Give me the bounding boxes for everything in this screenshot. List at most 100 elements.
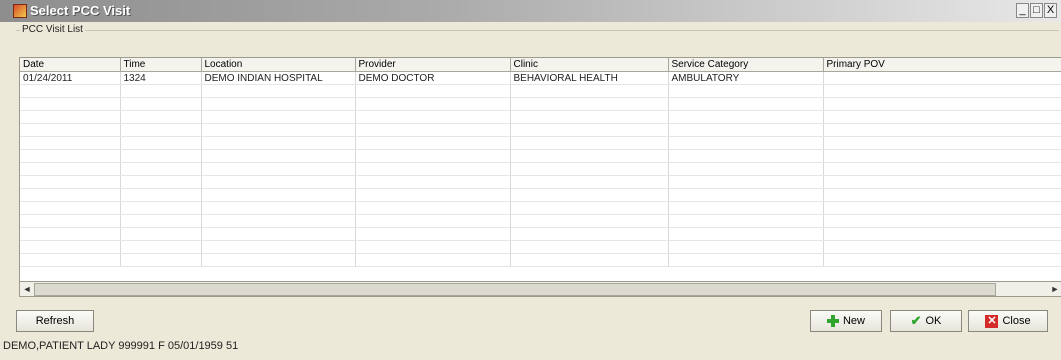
empty-cell	[355, 227, 511, 241]
empty-cell	[823, 227, 1061, 241]
empty-cell	[510, 84, 669, 98]
empty-row	[20, 97, 1061, 111]
cell-primary-pov	[823, 71, 1061, 85]
empty-cell	[668, 240, 824, 254]
empty-cell	[355, 214, 511, 228]
empty-cell	[120, 136, 202, 150]
empty-cell	[20, 84, 121, 98]
empty-row	[20, 214, 1061, 228]
empty-cell	[668, 162, 824, 176]
empty-cell	[823, 240, 1061, 254]
empty-cell	[668, 188, 824, 202]
column-header-date[interactable]: Date	[20, 58, 121, 72]
empty-cell	[823, 162, 1061, 176]
visit-table: Date Time Location Provider Clinic Servi…	[20, 58, 1061, 267]
empty-row	[20, 188, 1061, 202]
empty-row	[20, 240, 1061, 254]
empty-cell	[510, 97, 669, 111]
empty-cell	[510, 136, 669, 150]
column-header-location[interactable]: Location	[201, 58, 356, 72]
empty-cell	[201, 253, 356, 267]
title-bar[interactable]: Select PCC Visit _ □ X	[0, 0, 1061, 22]
empty-cell	[201, 214, 356, 228]
empty-cell	[20, 123, 121, 137]
close-button[interactable]: ✕ Close	[968, 310, 1048, 332]
empty-cell	[510, 188, 669, 202]
checkmark-icon: ✔	[910, 313, 922, 328]
empty-cell	[20, 227, 121, 241]
empty-cell	[668, 227, 824, 241]
empty-cell	[20, 214, 121, 228]
cell-provider: DEMO DOCTOR	[355, 71, 511, 85]
empty-cell	[201, 97, 356, 111]
empty-cell	[668, 123, 824, 137]
cell-clinic: BEHAVIORAL HEALTH	[510, 71, 669, 85]
empty-cell	[20, 201, 121, 215]
empty-cell	[120, 162, 202, 176]
horizontal-scrollbar[interactable]: ◄ ►	[19, 281, 1061, 297]
close-window-button[interactable]: X	[1044, 3, 1057, 18]
empty-cell	[823, 136, 1061, 150]
table-row[interactable]: 01/24/2011 1324 DEMO INDIAN HOSPITAL DEM…	[20, 71, 1061, 85]
empty-cell	[510, 162, 669, 176]
column-header-service-category[interactable]: Service Category	[668, 58, 824, 72]
empty-cell	[201, 188, 356, 202]
visit-list-grid[interactable]: Date Time Location Provider Clinic Servi…	[19, 57, 1061, 285]
empty-cell	[668, 97, 824, 111]
column-header-provider[interactable]: Provider	[355, 58, 511, 72]
empty-cell	[823, 175, 1061, 189]
empty-cell	[355, 240, 511, 254]
empty-cell	[201, 240, 356, 254]
window-controls: _ □ X	[1015, 3, 1057, 18]
empty-cell	[510, 240, 669, 254]
empty-cell	[355, 97, 511, 111]
minimize-button[interactable]: _	[1016, 3, 1029, 18]
empty-cell	[120, 175, 202, 189]
empty-cell	[20, 110, 121, 124]
empty-cell	[355, 84, 511, 98]
column-header-clinic[interactable]: Clinic	[510, 58, 669, 72]
refresh-button[interactable]: Refresh	[16, 310, 94, 332]
empty-cell	[355, 175, 511, 189]
empty-cell	[201, 227, 356, 241]
empty-cell	[355, 136, 511, 150]
empty-cell	[120, 214, 202, 228]
empty-cell	[355, 201, 511, 215]
maximize-button[interactable]: □	[1030, 3, 1043, 18]
empty-cell	[355, 162, 511, 176]
empty-cell	[20, 136, 121, 150]
new-button[interactable]: New	[810, 310, 882, 332]
scroll-thumb[interactable]	[34, 283, 996, 296]
empty-cell	[355, 123, 511, 137]
empty-cell	[510, 123, 669, 137]
empty-cell	[823, 188, 1061, 202]
empty-cell	[823, 149, 1061, 163]
empty-cell	[668, 175, 824, 189]
empty-cell	[120, 123, 202, 137]
empty-cell	[120, 227, 202, 241]
scroll-right-arrow-icon[interactable]: ►	[1049, 283, 1061, 295]
empty-cell	[20, 240, 121, 254]
empty-cell	[20, 149, 121, 163]
empty-cell	[20, 175, 121, 189]
empty-cell	[20, 253, 121, 267]
empty-cell	[201, 149, 356, 163]
scroll-left-arrow-icon[interactable]: ◄	[21, 283, 33, 295]
empty-cell	[20, 188, 121, 202]
column-header-primary-pov[interactable]: Primary POV	[823, 58, 1061, 72]
column-header-time[interactable]: Time	[120, 58, 202, 72]
empty-cell	[510, 175, 669, 189]
empty-cell	[668, 201, 824, 215]
empty-cell	[823, 123, 1061, 137]
empty-cell	[201, 110, 356, 124]
empty-row	[20, 227, 1061, 241]
empty-cell	[120, 201, 202, 215]
empty-row	[20, 175, 1061, 189]
cell-time: 1324	[120, 71, 202, 85]
ok-button[interactable]: ✔ OK	[890, 310, 962, 332]
close-icon: ✕	[985, 314, 999, 328]
empty-cell	[120, 149, 202, 163]
empty-cell	[510, 201, 669, 215]
empty-cell	[20, 162, 121, 176]
empty-cell	[120, 110, 202, 124]
